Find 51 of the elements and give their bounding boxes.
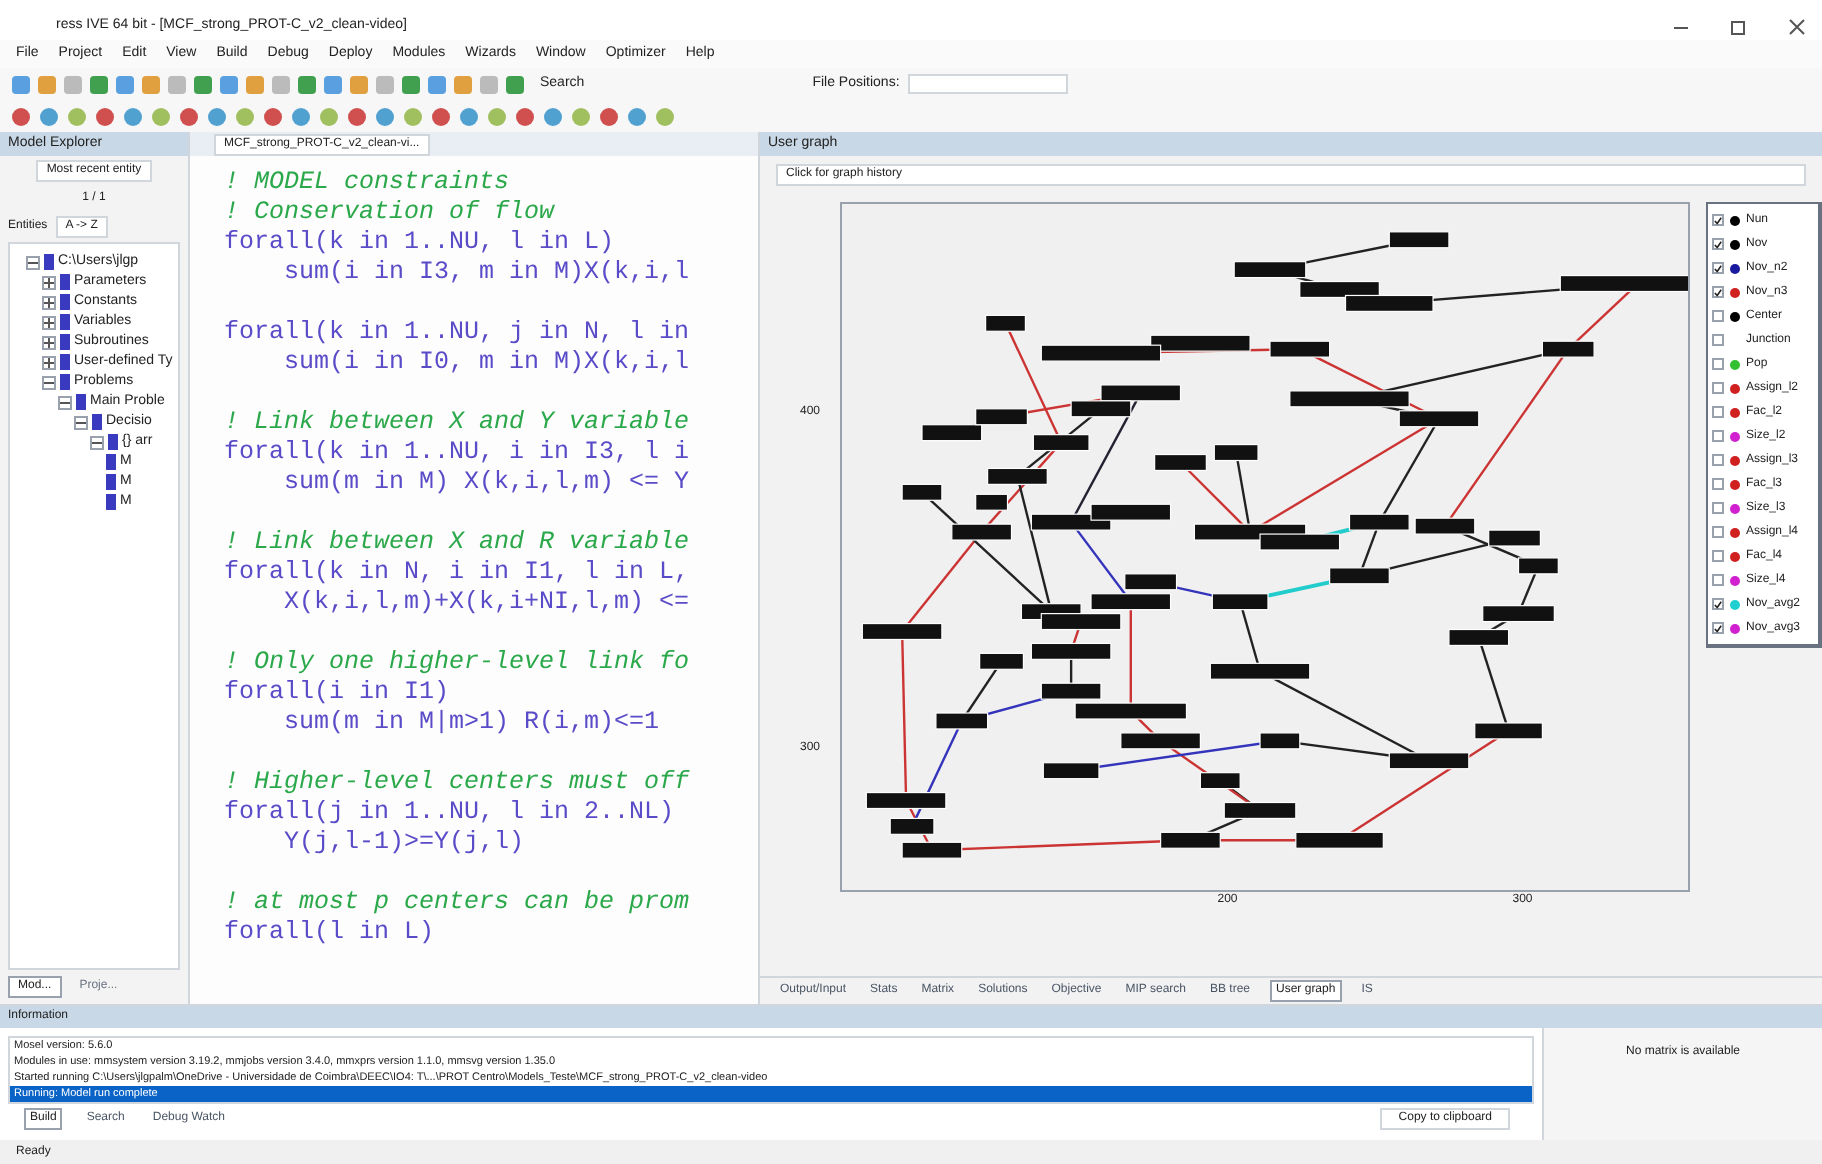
code-line: forall(k in N, i in I1, l in L, — [224, 558, 692, 588]
legend-checkbox[interactable] — [1712, 598, 1724, 610]
legend-checkbox[interactable] — [1712, 382, 1724, 394]
legend-checkbox[interactable] — [1712, 526, 1724, 538]
code-line: forall(k in 1..NU, i in I3, l i — [224, 438, 692, 468]
expander-icon[interactable] — [90, 435, 104, 449]
legend-checkbox[interactable] — [1712, 478, 1724, 490]
code-line: ! Conservation of flow — [224, 198, 557, 228]
code-line: ! MODEL constraints — [224, 168, 512, 198]
expander-icon[interactable] — [42, 275, 56, 289]
legend-checkbox[interactable] — [1712, 238, 1724, 250]
code-line: ! Link between X and R variable — [224, 528, 692, 558]
close-icon[interactable] — [1788, 17, 1806, 35]
code-line: ! Higher-level centers must off — [224, 768, 692, 798]
file-positions-field[interactable] — [907, 74, 1068, 94]
code-line: ! Link between X and Y variable — [224, 408, 692, 438]
expander-icon[interactable] — [74, 415, 88, 429]
expander-icon[interactable] — [42, 375, 56, 389]
code-line: forall(i in I1) — [224, 678, 452, 708]
legend-checkbox[interactable] — [1712, 334, 1724, 346]
expander-icon[interactable] — [58, 395, 72, 409]
expander-icon[interactable] — [26, 255, 40, 269]
restore-icon[interactable] — [1730, 17, 1748, 35]
code-line: forall(l in L) — [224, 918, 437, 948]
code-line: Y(j,l-1)>=Y(j,l) — [282, 828, 527, 858]
legend-checkbox[interactable] — [1712, 262, 1724, 274]
code-line: ! Only one higher-level link fo — [224, 648, 692, 678]
expander-icon[interactable] — [42, 335, 56, 349]
legend-checkbox[interactable] — [1712, 622, 1724, 634]
expander-icon[interactable] — [42, 315, 56, 329]
legend-checkbox[interactable] — [1712, 406, 1724, 418]
code-line: sum(m in M|m>1) R(i,m)<=1 — [282, 708, 662, 738]
code-line: sum(m in M) X(k,i,l,m) <= Y — [282, 468, 692, 498]
code-line: ! at most p centers can be prom — [224, 888, 692, 918]
code-line: forall(j in 1..NU, l in 2..NL) — [224, 798, 677, 828]
legend-checkbox[interactable] — [1712, 358, 1724, 370]
code-line: X(k,i,l,m)+X(k,i+NI,l,m) <= — [282, 588, 692, 618]
legend-checkbox[interactable] — [1712, 286, 1724, 298]
legend-checkbox[interactable] — [1712, 502, 1724, 514]
code-line: sum(i in I0, m in M)X(k,i,l — [282, 348, 692, 378]
legend-checkbox[interactable] — [1712, 454, 1724, 466]
legend-checkbox[interactable] — [1712, 550, 1724, 562]
legend-checkbox[interactable] — [1712, 310, 1724, 322]
legend-checkbox[interactable] — [1712, 574, 1724, 586]
code-line: forall(k in 1..NU, l in L) — [224, 228, 617, 258]
legend-checkbox[interactable] — [1712, 430, 1724, 442]
code-line: sum(i in I3, m in M)X(k,i,l — [282, 258, 692, 288]
legend-checkbox[interactable] — [1712, 214, 1724, 226]
expander-icon[interactable] — [42, 295, 56, 309]
expander-icon[interactable] — [42, 355, 56, 369]
code-line: forall(k in 1..NU, j in N, l in — [224, 318, 692, 348]
